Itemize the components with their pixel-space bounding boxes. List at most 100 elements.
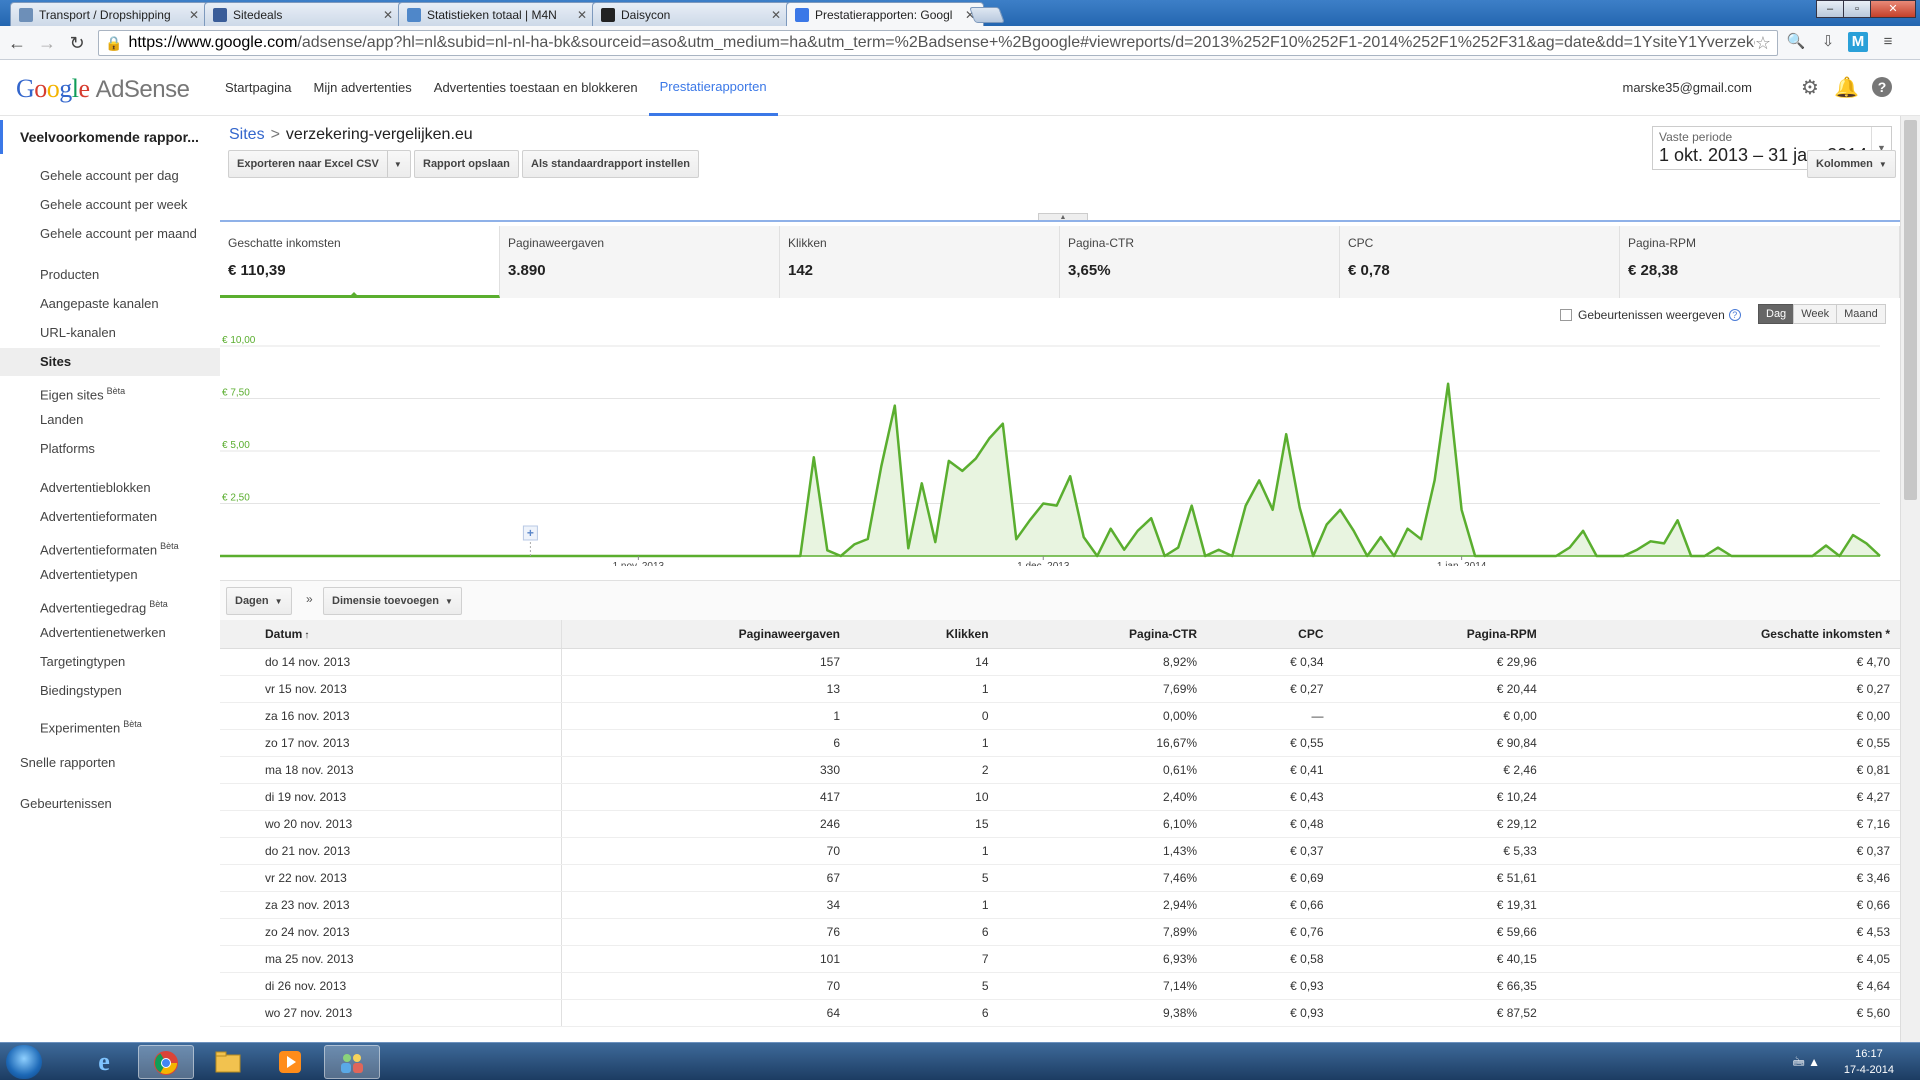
scorecard[interactable]: Paginaweergaven 3.890 (500, 226, 780, 298)
sidebar-item[interactable]: Targetingtypen (0, 648, 220, 676)
sidebar-item[interactable]: Gehele account per week (0, 191, 220, 219)
breadcrumb-sites-link[interactable]: Sites (229, 126, 265, 143)
scorecard[interactable]: Pagina-RPM € 28,38 (1620, 226, 1900, 298)
set-default-report-button[interactable]: Als standaardrapport instellen (522, 150, 699, 178)
sidebar-item[interactable]: Advertentiegedrag Bèta (0, 590, 220, 618)
nav-item[interactable]: Mijn advertenties (303, 60, 423, 116)
internet-explorer-icon[interactable]: e (76, 1045, 132, 1079)
window-close-icon[interactable]: ✕ (1870, 0, 1916, 18)
granularity-option[interactable]: Week (1793, 304, 1838, 324)
sidebar-item[interactable]: Gehele account per dag (0, 162, 220, 190)
chevron-down-icon[interactable]: ▼ (394, 160, 402, 169)
page-scrollbar[interactable] (1900, 116, 1920, 1042)
column-header[interactable]: Datum ↑ (220, 620, 562, 649)
scorecard[interactable]: Geschatte inkomsten € 110,39 (220, 226, 500, 298)
table-cell: 5 (850, 864, 999, 892)
tab-close-icon[interactable]: ✕ (187, 8, 201, 22)
sidebar-item[interactable]: Advertentieblokken (0, 474, 220, 502)
column-header[interactable]: Klikken (850, 620, 999, 649)
m-extension-icon[interactable]: M (1848, 32, 1868, 52)
dimension-days-dropdown[interactable]: Dagen ▼ (226, 587, 292, 615)
column-header[interactable]: Pagina-RPM (1333, 620, 1547, 649)
tab-close-icon[interactable]: ✕ (575, 8, 589, 22)
clock[interactable]: 16:17 17-4-2014 (1844, 1046, 1894, 1078)
nav-item[interactable]: Advertenties toestaan en blokkeren (423, 60, 649, 116)
scorecard[interactable]: Klikken 142 (780, 226, 1060, 298)
menu-icon[interactable]: ≡ (1876, 30, 1900, 54)
sidebar-item[interactable]: Advertentieformaten Bèta (0, 532, 220, 560)
table-cell: do 14 nov. 2013 (220, 648, 562, 676)
save-report-button[interactable]: Rapport opslaan (414, 150, 519, 178)
sidebar-item[interactable]: Gehele account per maand (0, 220, 220, 248)
scorecard[interactable]: CPC € 0,78 (1340, 226, 1620, 298)
adsense-logo[interactable]: Google AdSense (16, 74, 190, 104)
events-checkbox[interactable] (1560, 309, 1572, 321)
help-icon[interactable]: ? (1870, 76, 1894, 100)
address-bar[interactable]: 🔒 https://www.google.com/adsense/app?hl=… (98, 30, 1778, 56)
granularity-option[interactable]: Maand (1836, 304, 1886, 324)
sidebar-item[interactable]: Eigen sites Bèta (0, 377, 220, 405)
logo-letter: o (34, 74, 47, 103)
account-email[interactable]: marske35@gmail.com (1622, 80, 1752, 95)
gear-icon[interactable]: ⚙ (1798, 76, 1822, 100)
sidebar-item[interactable]: Advertentietypen (0, 561, 220, 589)
sidebar-item[interactable]: Sites (0, 348, 220, 376)
browser-tab[interactable]: Prestatierapporten: Googl ✕ (786, 2, 984, 27)
sidebar-section-link[interactable]: Snelle rapporten (0, 749, 220, 777)
column-header[interactable]: Geschatte inkomsten * (1546, 620, 1900, 649)
column-header[interactable]: Paginaweergaven (561, 620, 851, 649)
table-cell: 15 (850, 810, 999, 838)
back-arrow-icon[interactable]: ← (4, 30, 30, 56)
bookmark-star-icon[interactable]: ☆ (1755, 33, 1771, 54)
start-button-icon[interactable] (6, 1045, 42, 1079)
column-header[interactable]: Pagina-CTR (998, 620, 1208, 649)
nav-item[interactable]: Prestatierapporten (648, 60, 778, 116)
chrome-icon[interactable] (138, 1045, 194, 1079)
sidebar-item[interactable]: Producten (0, 261, 220, 289)
browser-tab[interactable]: Statistieken totaal | M4N ✕ (398, 2, 596, 26)
column-header[interactable]: CPC (1207, 620, 1334, 649)
sidebar-item[interactable]: Advertentienetwerken (0, 619, 220, 647)
sidebar-section-link[interactable]: Gebeurtenissen (0, 790, 220, 818)
browser-tab[interactable]: Transport / Dropshipping ✕ (10, 2, 208, 26)
sidebar-item[interactable]: URL-kanalen (0, 319, 220, 347)
sidebar-item[interactable]: Advertentieformaten (0, 503, 220, 531)
events-toggle[interactable]: Gebeurtenissen weergeven ? (1560, 308, 1741, 322)
search-extension-icon[interactable]: 🔍 (1784, 30, 1808, 54)
sidebar-item[interactable]: Landen (0, 406, 220, 434)
tab-close-icon[interactable]: ✕ (769, 8, 783, 22)
download-icon[interactable]: ⇩ (1816, 30, 1840, 54)
folder-icon[interactable] (200, 1045, 256, 1079)
minimize-icon[interactable]: – (1816, 0, 1844, 18)
scorecard-label: Geschatte inkomsten (228, 236, 341, 250)
sidebar-item[interactable]: Platforms (0, 435, 220, 463)
table-cell: € 0,48 (1207, 810, 1334, 838)
sidebar-item[interactable]: Aangepaste kanalen (0, 290, 220, 318)
sidebar-item-label: Advertentieformaten (40, 509, 158, 524)
help-icon[interactable]: ? (1728, 309, 1741, 321)
forward-arrow-icon[interactable]: → (34, 30, 60, 56)
people-app-icon[interactable] (324, 1045, 380, 1079)
sidebar-heading[interactable]: Veelvoorkomende rappor... (0, 120, 220, 154)
export-csv-button[interactable]: Exporteren naar Excel CSV ▼ (228, 150, 411, 178)
sidebar-item-label: Producten (40, 267, 100, 282)
new-tab-button[interactable] (969, 7, 1005, 23)
scrollbar-thumb[interactable] (1904, 120, 1917, 500)
media-player-icon[interactable] (262, 1045, 318, 1079)
sidebar-item[interactable]: Biedingstypen (0, 677, 220, 705)
reload-icon[interactable]: ↻ (64, 30, 90, 56)
nav-item[interactable]: Startpagina (214, 60, 303, 116)
system-tray-icon[interactable]: 🖮 ▲ (1793, 1053, 1820, 1074)
browser-tab[interactable]: Sitedeals ✕ (204, 2, 402, 26)
maximize-icon[interactable]: ▫ (1843, 0, 1871, 18)
bell-icon[interactable]: 🔔 (1834, 76, 1859, 100)
browser-tab[interactable]: Daisycon ✕ (592, 2, 790, 26)
tab-close-icon[interactable]: ✕ (381, 8, 395, 22)
columns-button[interactable]: Kolommen ▼ (1807, 150, 1896, 178)
sort-ascending-icon: ↑ (304, 629, 310, 641)
table-row: zo 17 nov. 2013 6 1 16,67% € 0,55 € 90,84 € 0,… (220, 729, 1900, 757)
granularity-option[interactable]: Dag (1758, 304, 1795, 324)
scorecard[interactable]: Pagina-CTR 3,65% (1060, 226, 1340, 298)
sidebar-item[interactable]: Experimenten Bèta (0, 710, 220, 738)
add-dimension-dropdown[interactable]: Dimensie toevoegen ▼ (323, 587, 462, 615)
